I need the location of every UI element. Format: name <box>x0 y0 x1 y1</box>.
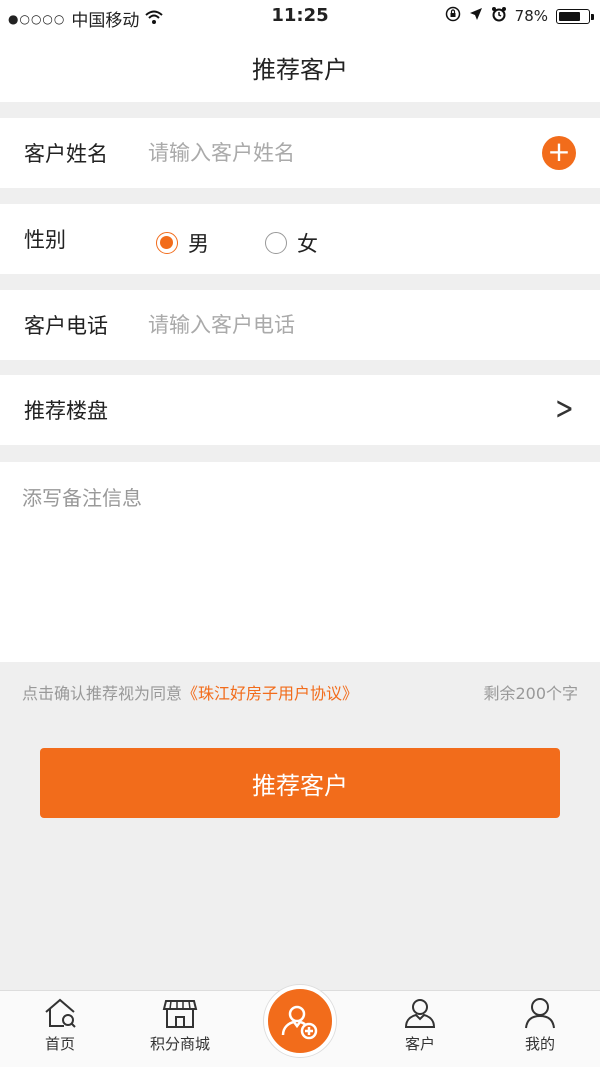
tab-mine[interactable]: 我的 <box>490 995 590 1054</box>
user-agreement-link[interactable]: 《珠江好房子用户协议》 <box>182 684 358 703</box>
chevron-right-icon: > <box>555 389 574 427</box>
store-icon <box>162 1000 198 1028</box>
gender-male-label: 男 <box>188 232 209 256</box>
status-bar: ●○○○○ 中国移动 11:25 78% <box>0 0 600 34</box>
customer-phone-label: 客户电话 <box>24 314 108 338</box>
gender-row: 性别 男 女 <box>0 204 600 274</box>
user-icon <box>404 999 436 1028</box>
gender-female-option[interactable]: 女 <box>265 228 318 258</box>
gender-male-option[interactable]: 男 <box>156 228 209 258</box>
tab-points-mall-label: 积分商城 <box>149 1035 210 1053</box>
tab-mine-label: 我的 <box>524 1035 555 1053</box>
battery-level <box>559 11 581 21</box>
add-user-icon <box>281 1005 318 1040</box>
tab-home[interactable]: 首页 <box>10 995 110 1054</box>
customer-phone-row: 客户电话 <box>0 290 600 360</box>
customer-phone-input[interactable] <box>148 304 528 346</box>
remaining-char-counter: 剩余200个字 <box>483 684 578 703</box>
remarks-section <box>0 462 600 662</box>
status-right: 78% <box>445 6 594 26</box>
recommended-property-label: 推荐楼盘 <box>24 399 108 423</box>
agreement-text: 点击确认推荐视为同意《珠江好房子用户协议》 <box>22 680 358 704</box>
recommended-property-row[interactable]: 推荐楼盘 > <box>0 375 600 445</box>
profile-icon <box>525 998 555 1029</box>
tab-customers-label: 客户 <box>404 1035 435 1053</box>
gender-label: 性别 <box>24 228 66 252</box>
customer-name-row: 客户姓名 + <box>0 118 600 188</box>
home-icon <box>45 998 76 1028</box>
add-contact-button[interactable]: + <box>542 136 576 170</box>
recommend-customer-button[interactable]: 推荐客户 <box>40 748 560 818</box>
battery-icon <box>556 8 594 24</box>
tab-customers[interactable]: 客户 <box>370 995 470 1054</box>
orientation-lock-icon <box>445 6 461 26</box>
recommend-customer-tab-button[interactable] <box>264 985 336 1057</box>
agreement-prefix: 点击确认推荐视为同意 <box>22 684 183 703</box>
location-icon <box>469 7 483 25</box>
plus-icon: + <box>547 135 571 168</box>
tab-points-mall[interactable]: 积分商城 <box>130 995 230 1054</box>
battery-percent: 78% <box>514 7 548 25</box>
radio-unchecked-icon <box>265 232 287 254</box>
radio-checked-icon <box>156 232 178 254</box>
page-title: 推荐客户 <box>252 56 348 84</box>
gender-female-label: 女 <box>297 232 318 256</box>
tab-home-label: 首页 <box>44 1035 75 1053</box>
remarks-textarea[interactable] <box>22 482 578 642</box>
customer-name-label: 客户姓名 <box>24 142 108 166</box>
customer-name-input[interactable] <box>148 132 528 174</box>
navigation-bar: 推荐客户 <box>0 34 600 102</box>
alarm-icon <box>491 6 507 26</box>
